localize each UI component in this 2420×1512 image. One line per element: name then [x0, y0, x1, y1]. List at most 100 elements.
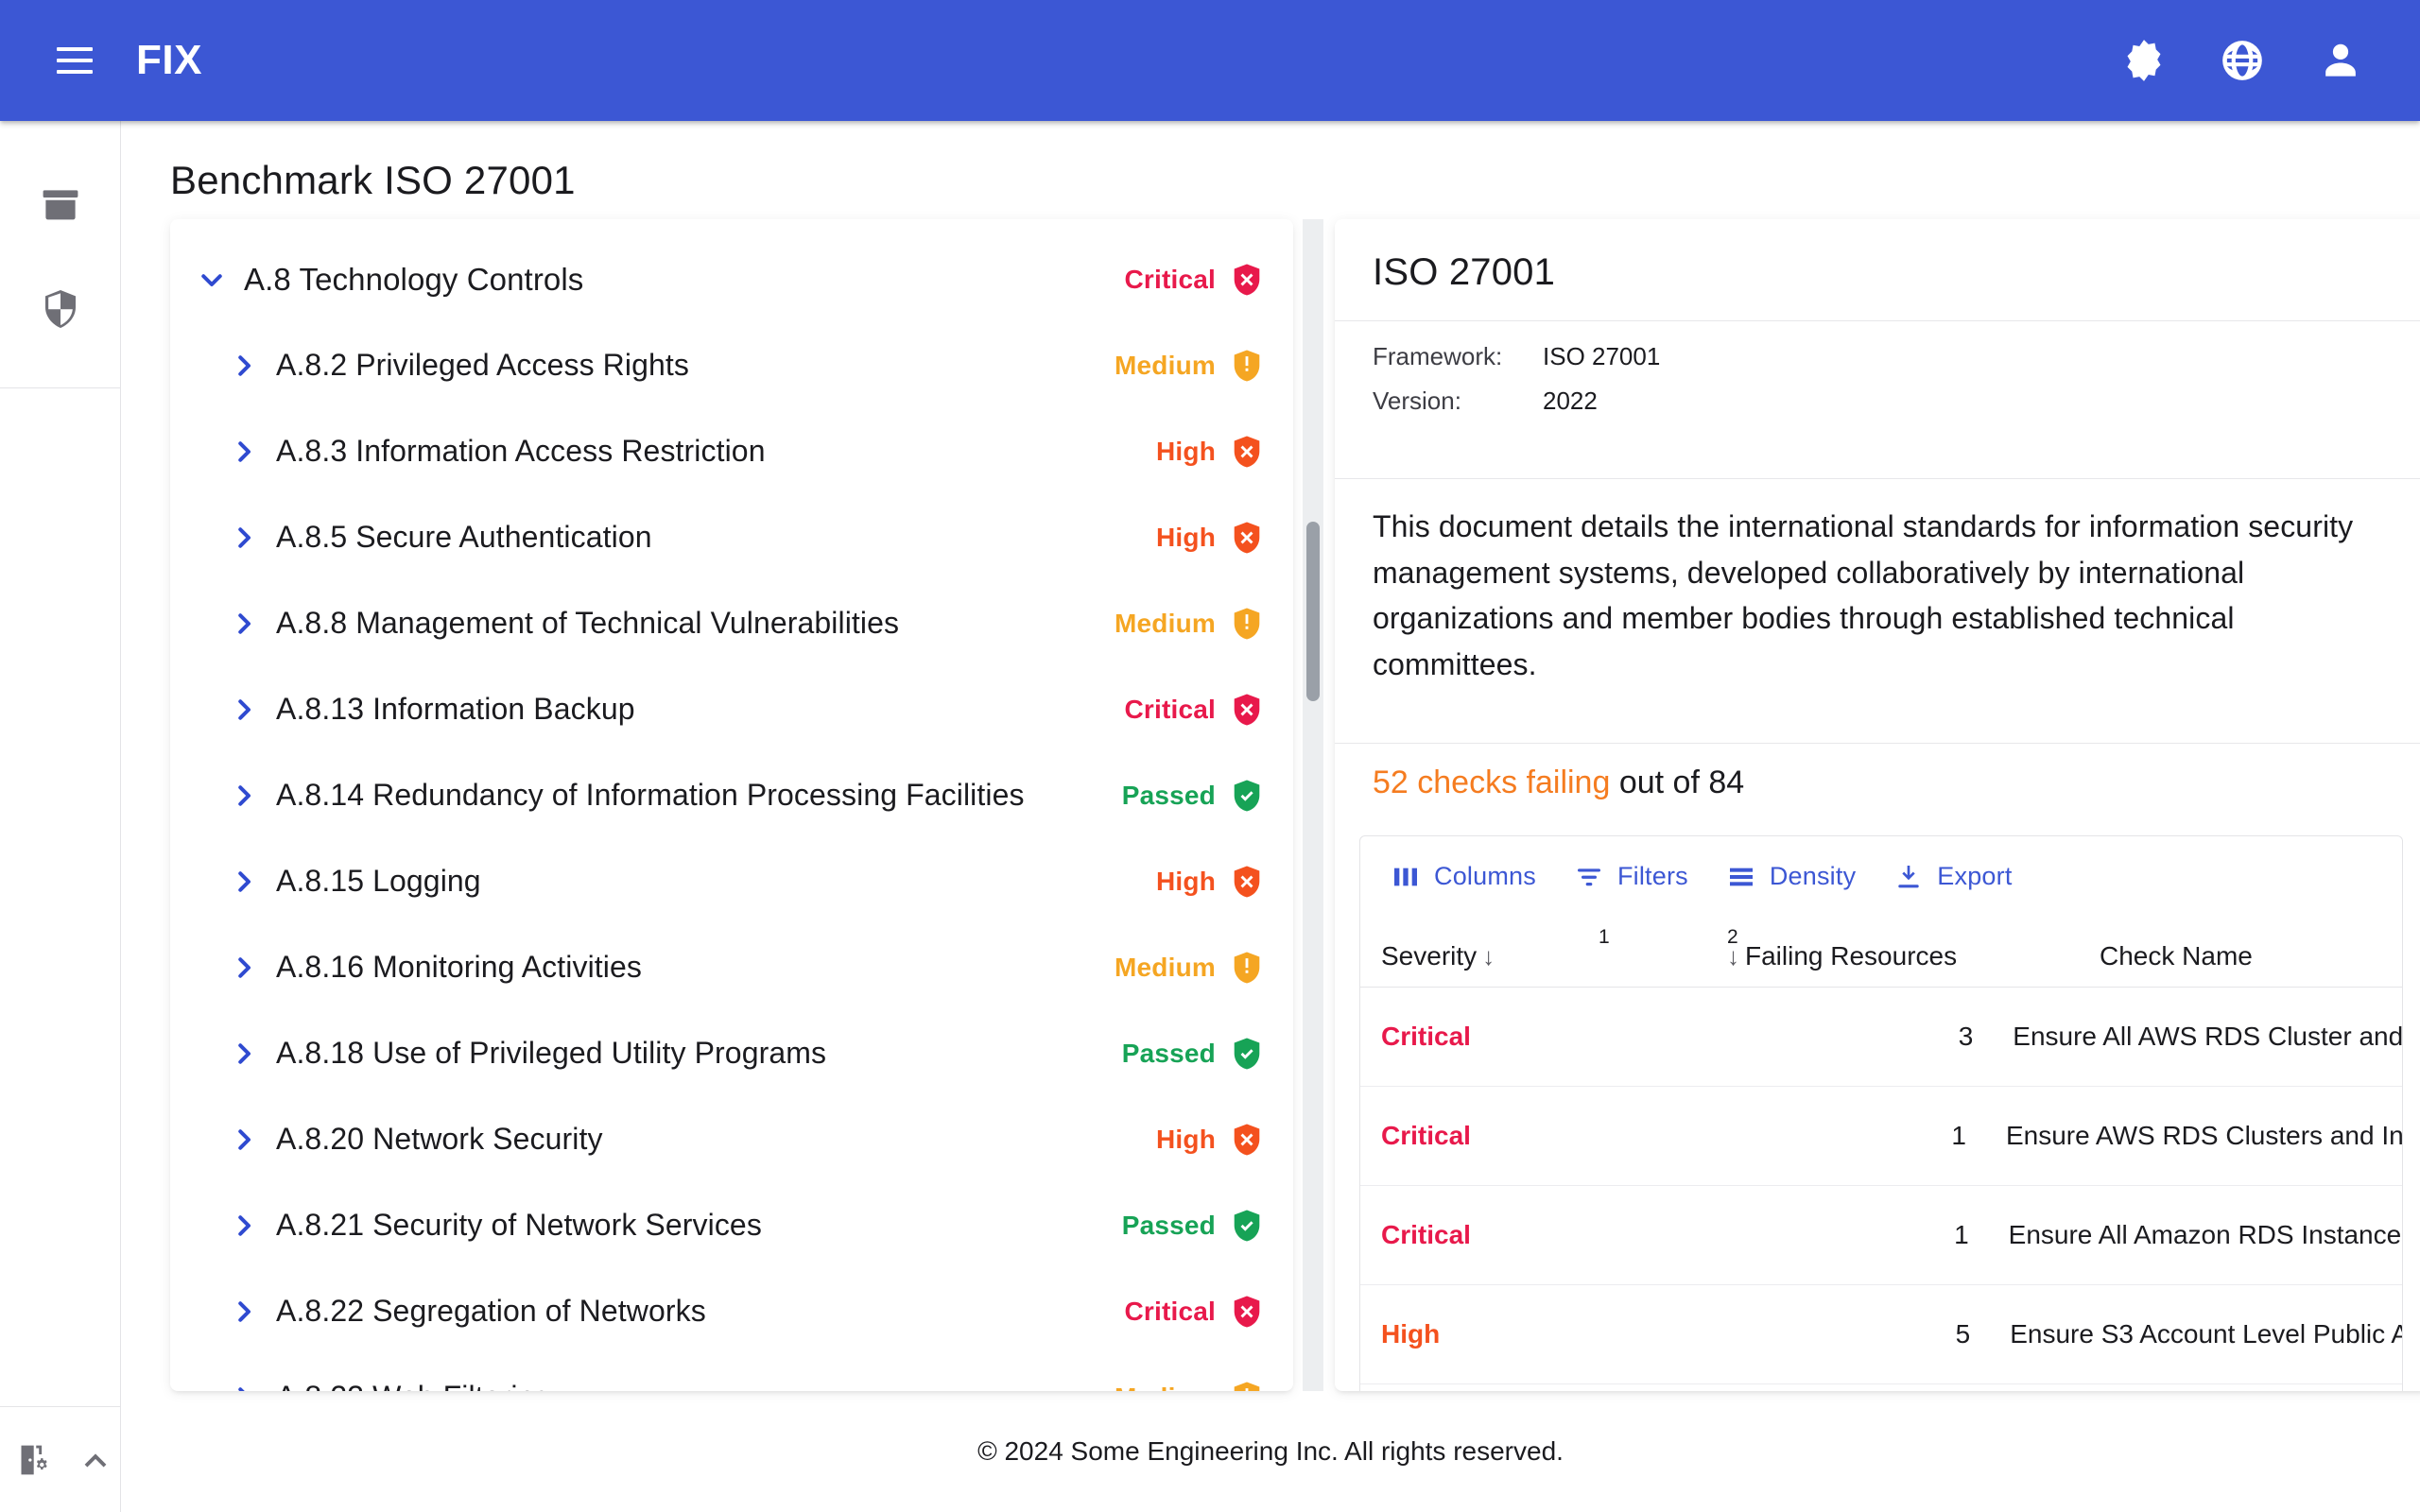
tree-row-A-8[interactable]: A.8 Technology Controls Critical — [170, 236, 1293, 322]
shield-check-icon — [1234, 1210, 1260, 1241]
rail-divider — [0, 387, 121, 388]
workspace-settings-button[interactable] — [11, 1434, 62, 1486]
tree-toggle-A-8-8[interactable] — [223, 603, 265, 644]
theme-toggle-button[interactable] — [2106, 23, 2182, 98]
footer-copyright: © 2024 Some Engineering Inc. All rights … — [977, 1436, 1564, 1466]
export-button[interactable]: Export — [1875, 852, 2031, 902]
tree-row-A-8-13[interactable]: A.8.13 Information Backup Critical — [170, 666, 1293, 752]
columns-button[interactable]: Columns — [1372, 852, 1555, 902]
severity-badge: Critical — [1124, 691, 1265, 729]
detail-description: This document details the international … — [1373, 509, 2354, 681]
grid-vertical-scrollbar[interactable] — [2387, 988, 2402, 1392]
severity-badge: Passed — [1122, 1207, 1265, 1245]
chevron-right-icon — [238, 1042, 251, 1064]
checks-failing-count: 52 checks failing — [1373, 764, 1611, 800]
tree-toggle-A-8-2[interactable] — [223, 345, 265, 387]
benchmark-tree-list[interactable]: A.8 Technology Controls Critical A.8.2 Pri… — [170, 219, 1293, 1391]
tree-toggle-A-8-14[interactable] — [223, 775, 265, 816]
shield-x-icon — [1234, 866, 1260, 897]
tree-row-A-8-22[interactable]: A.8.22 Segregation of Networks Critical — [170, 1268, 1293, 1354]
tree-toggle-A-8-20[interactable] — [223, 1119, 265, 1160]
shield-exclamation-icon — [1234, 608, 1260, 639]
tree-toggle-A-8-5[interactable] — [223, 517, 265, 558]
tree-scrollbar[interactable] — [1303, 219, 1323, 1391]
detail-meta-row: Framework: ISO 27001 — [1373, 342, 2420, 387]
tree-label: A.8.3 Information Access Restriction — [276, 434, 766, 468]
tree-row-A-8-8[interactable]: A.8.8 Management of Technical Vulnerabil… — [170, 580, 1293, 666]
left-nav-rail — [0, 121, 121, 1512]
detail-meta-list: Framework: ISO 27001 Version: 2022 — [1335, 321, 2420, 452]
density-button[interactable]: Density — [1707, 852, 1875, 902]
inventory-box-icon — [43, 190, 78, 220]
table-row[interactable]: Critical 1 Ensure AWS RDS Clusters and Ins… — [1360, 1087, 2402, 1186]
tree-row-A-8-23[interactable]: A.8.23 Web Filtering Medium — [170, 1354, 1293, 1391]
detail-meta-key: Framework: — [1373, 342, 1503, 370]
theme-toggle-icon — [2127, 40, 2161, 81]
tree-toggle-A-8-3[interactable] — [223, 431, 265, 472]
table-row[interactable]: High5Ensure Passwords Expire Within 90 … — [1360, 1384, 2402, 1392]
tree-toggle-A-8-15[interactable] — [223, 861, 265, 902]
tree-toggle-A-8-23[interactable] — [223, 1377, 265, 1391]
grid-body[interactable]: Critical 3 Ensure All AWS RDS Cluster and … — [1360, 988, 2402, 1392]
grid-toolbar: Columns Filters Density Export — [1360, 836, 2402, 918]
tree-toggle-A-8[interactable] — [191, 259, 233, 301]
severity-badge: Medium — [1115, 1379, 1265, 1391]
filters-button[interactable]: Filters — [1555, 852, 1707, 902]
table-row[interactable]: Critical 1 Ensure All Amazon RDS Instances… — [1360, 1186, 2402, 1285]
tree-row-A-8-18[interactable]: A.8.18 Use of Privileged Utility Program… — [170, 1010, 1293, 1096]
tree-label: A.8.13 Information Backup — [276, 692, 635, 726]
tree-toggle-A-8-22[interactable] — [223, 1291, 265, 1332]
sort-index-severity: 1 — [1599, 925, 1610, 948]
cell-check-name: Ensure S3 Account Level Public Acc… — [2010, 1318, 2402, 1349]
cell-severity: High — [1381, 1318, 1441, 1349]
grid-col-label-severity: Severity — [1381, 940, 1478, 971]
density-button-label: Density — [1769, 862, 1857, 890]
shield-x-icon — [1234, 694, 1260, 725]
tree-label: A.8.18 Use of Privileged Utility Program… — [276, 1036, 827, 1070]
tree-label: A.8.20 Network Security — [276, 1122, 603, 1156]
tree-toggle-A-8-13[interactable] — [223, 689, 265, 730]
severity-label: Medium — [1115, 952, 1216, 982]
rail-collapse-button[interactable] — [70, 1434, 121, 1486]
security-shield-icon — [45, 290, 76, 328]
hamburger-menu-button[interactable] — [38, 24, 112, 97]
table-row[interactable]: Critical 3 Ensure All AWS RDS Cluster and … — [1360, 988, 2402, 1087]
tree-toggle-A-8-21[interactable] — [223, 1205, 265, 1246]
chevron-right-icon — [238, 440, 251, 462]
tree-label: A.8.21 Security of Network Services — [276, 1208, 762, 1242]
tree-row-A-8-5[interactable]: A.8.5 Secure Authentication High — [170, 494, 1293, 580]
grid-col-header-check-name[interactable]: Check Name — [2100, 941, 2402, 987]
app-root: FIX Benchmark ISO 27001 A.8 Technology C… — [0, 0, 2420, 1512]
tree-row-A-8-15[interactable]: A.8.15 Logging High — [170, 838, 1293, 924]
tree-label: A.8.2 Privileged Access Rights — [276, 348, 689, 382]
severity-badge: Medium — [1115, 347, 1265, 385]
shield-x-icon — [1234, 1296, 1260, 1327]
grid-col-header-failing-resources[interactable]: ↓ Failing Resources 2 — [1721, 926, 2100, 987]
severity-label: Critical — [1124, 1296, 1216, 1326]
tree-row-A-8-14[interactable]: A.8.14 Redundancy of Information Process… — [170, 752, 1293, 838]
tree-label: A.8.16 Monitoring Activities — [276, 950, 642, 984]
chevron-right-icon — [238, 1300, 251, 1322]
sidebar-item-security[interactable] — [0, 257, 121, 361]
tree-row-A-8-21[interactable]: A.8.21 Security of Network Services Passe… — [170, 1182, 1293, 1268]
table-row[interactable]: High 5 Ensure S3 Account Level Public Acc… — [1360, 1285, 2402, 1384]
tree-row-A-8-16[interactable]: A.8.16 Monitoring Activities Medium — [170, 924, 1293, 1010]
shield-x-icon — [1234, 522, 1260, 553]
severity-badge: High — [1156, 863, 1265, 901]
tree-row-A-8-2[interactable]: A.8.2 Privileged Access Rights Medium — [170, 322, 1293, 408]
account-button[interactable] — [2303, 23, 2378, 98]
cell-severity: Critical — [1381, 1219, 1471, 1249]
tree-toggle-A-8-18[interactable] — [223, 1033, 265, 1074]
sidebar-item-inventory[interactable] — [0, 153, 121, 257]
severity-badge: Critical — [1124, 261, 1265, 299]
detail-meta-value: 2022 — [1543, 387, 1598, 415]
app-brand-logo: FIX — [136, 37, 202, 83]
grid-col-header-severity[interactable]: Severity ↓ 1 — [1381, 926, 1721, 987]
tree-row-A-8-20[interactable]: A.8.20 Network Security High — [170, 1096, 1293, 1182]
shield-x-icon — [1234, 1124, 1260, 1155]
grid-col-label-check-name: Check Name — [2100, 940, 2253, 971]
tree-scrollbar-thumb[interactable] — [1306, 522, 1320, 701]
tree-toggle-A-8-16[interactable] — [223, 947, 265, 988]
language-button[interactable] — [2204, 23, 2280, 98]
tree-row-A-8-3[interactable]: A.8.3 Information Access Restriction High — [170, 408, 1293, 494]
